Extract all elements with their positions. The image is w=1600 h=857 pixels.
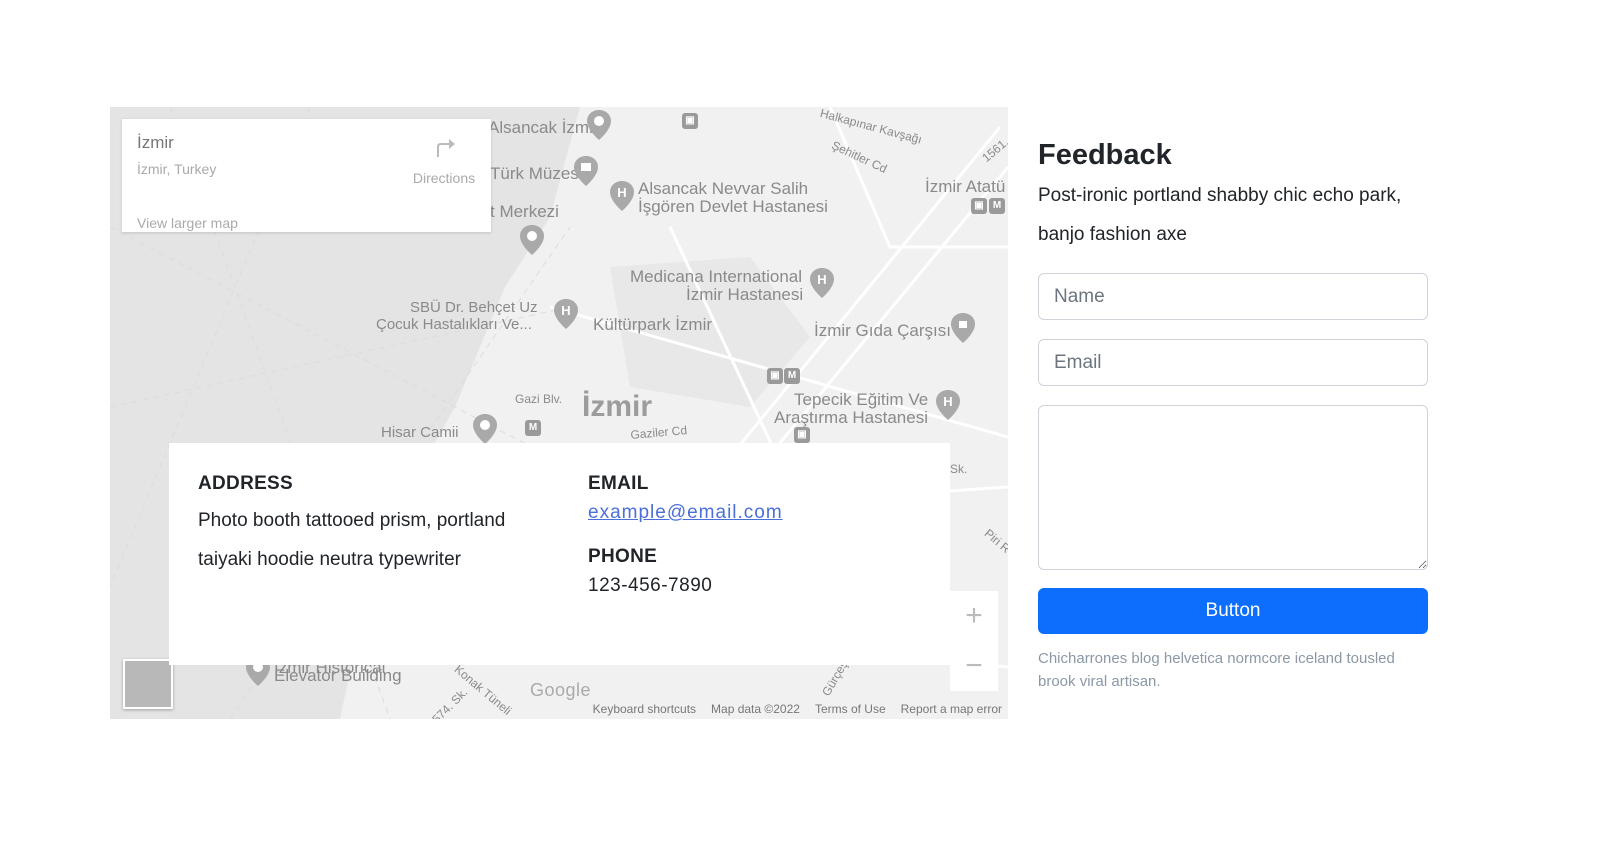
address-heading: ADDRESS: [198, 473, 294, 494]
map-city-label: İzmir: [582, 390, 653, 423]
svg-text:H: H: [817, 272, 826, 287]
zoom-in-button[interactable]: +: [950, 591, 998, 641]
address-line: Photo booth tattooed prism, portland: [198, 510, 506, 531]
map-label: Çocuk Hastalıkları Ve...: [376, 316, 532, 333]
metro-icon[interactable]: M: [989, 198, 1005, 214]
map-label: İşgören Devlet Hastanesi: [638, 197, 828, 216]
map-label: Hisar Camii: [381, 424, 459, 441]
feedback-title: Feedback: [1038, 139, 1172, 171]
map-label: Kültürpark İzmir: [593, 315, 713, 334]
map-label: Tepecik Eğitim Ve: [794, 390, 929, 409]
bus-stop-icon[interactable]: ▣: [682, 113, 698, 129]
map-label: Alsancak Nevvar Salih: [638, 179, 809, 198]
feedback-form: Feedback Post-ironic portland shabby chi…: [1038, 138, 1428, 693]
email-heading: EMAIL: [588, 473, 649, 494]
hospital-pin-icon[interactable]: H: [809, 267, 835, 299]
map-label: Sk.: [950, 462, 968, 476]
contact-card: ADDRESS Photo booth tattooed prism, port…: [169, 443, 950, 665]
hospital-pin-icon[interactable]: H: [935, 389, 961, 421]
map-label: Gazi Blv.: [515, 392, 563, 406]
map-label: SBÜ Dr. Behçet Uz: [410, 299, 538, 316]
svg-text:H: H: [561, 303, 570, 318]
phone-number: 123-456-7890: [588, 575, 713, 596]
address-section: ADDRESS Photo booth tattooed prism, port…: [198, 473, 505, 579]
map-label: t Merkezi: [490, 202, 559, 221]
directions-icon: [437, 139, 455, 157]
map-label: İzmir Hastanesi: [686, 285, 804, 304]
zoom-controls: + −: [950, 591, 998, 691]
submit-button[interactable]: Button: [1038, 588, 1428, 634]
map-label: Medicana International: [630, 267, 803, 286]
map-data-text: Map data ©2022: [711, 702, 800, 716]
metro-icon[interactable]: M: [525, 420, 541, 436]
mosque-pin-icon[interactable]: [472, 413, 498, 445]
map-label: Türk Müzesi: [490, 164, 583, 183]
message-textarea[interactable]: [1038, 405, 1428, 570]
email-link[interactable]: example@email.com: [588, 502, 783, 524]
map-label: Araştırma Hastanesi: [774, 408, 928, 427]
museum-pin-icon[interactable]: [573, 155, 599, 187]
keyboard-shortcuts-link[interactable]: Keyboard shortcuts: [593, 702, 696, 716]
address-line: taiyaki hoodie neutra typewriter: [198, 549, 461, 570]
zoom-out-button[interactable]: −: [950, 641, 998, 691]
metro-icon[interactable]: M: [784, 368, 800, 384]
bus-stop-icon[interactable]: ▣: [794, 427, 810, 443]
map-info-card: İzmir İzmir, Turkey View larger map Dire…: [122, 119, 491, 232]
name-input[interactable]: [1038, 273, 1428, 320]
view-larger-map-link[interactable]: View larger map: [137, 215, 238, 231]
map-attribution: Keyboard shortcuts Map data ©2022 Terms …: [593, 699, 1002, 719]
satellite-layer-toggle[interactable]: [123, 659, 173, 709]
google-logo: Google: [530, 680, 592, 700]
train-icon[interactable]: ▣: [767, 368, 783, 384]
train-icon[interactable]: ▣: [971, 198, 987, 214]
report-map-error-link[interactable]: Report a map error: [901, 702, 1002, 716]
place-region: İzmir, Turkey: [137, 161, 217, 177]
svg-text:H: H: [943, 394, 952, 409]
feedback-note: Chicharrones blog helvetica normcore ice…: [1038, 650, 1395, 690]
map-label: İzmir Atatü: [925, 177, 1006, 196]
park-pin-icon[interactable]: [586, 109, 612, 141]
feedback-description: Post-ironic portland shabby chic echo pa…: [1038, 176, 1428, 254]
place-name: İzmir: [137, 133, 174, 152]
terms-of-use-link[interactable]: Terms of Use: [815, 702, 886, 716]
hospital-pin-icon[interactable]: H: [609, 180, 635, 212]
feedback-description-line: banjo fashion axe: [1038, 224, 1187, 245]
shopping-pin-icon[interactable]: [950, 312, 976, 344]
email-input[interactable]: [1038, 339, 1428, 386]
svg-text:H: H: [617, 185, 626, 200]
map-label: Alsancak İzmir: [488, 118, 599, 137]
place-pin-icon[interactable]: [519, 224, 545, 256]
feedback-description-line: Post-ironic portland shabby chic echo pa…: [1038, 185, 1402, 206]
hospital-pin-icon[interactable]: H: [553, 298, 579, 330]
address-text: Photo booth tattooed prism, portland tai…: [198, 501, 505, 579]
directions-button[interactable]: Directions: [404, 133, 484, 186]
map-label: Elevator Building: [274, 666, 402, 685]
directions-label: Directions: [412, 170, 476, 186]
email-phone-section: EMAIL example@email.com PHONE 123-456-78…: [588, 473, 783, 597]
phone-heading: PHONE: [588, 546, 658, 567]
map-label: İzmir Gıda Çarşısı: [814, 321, 951, 340]
